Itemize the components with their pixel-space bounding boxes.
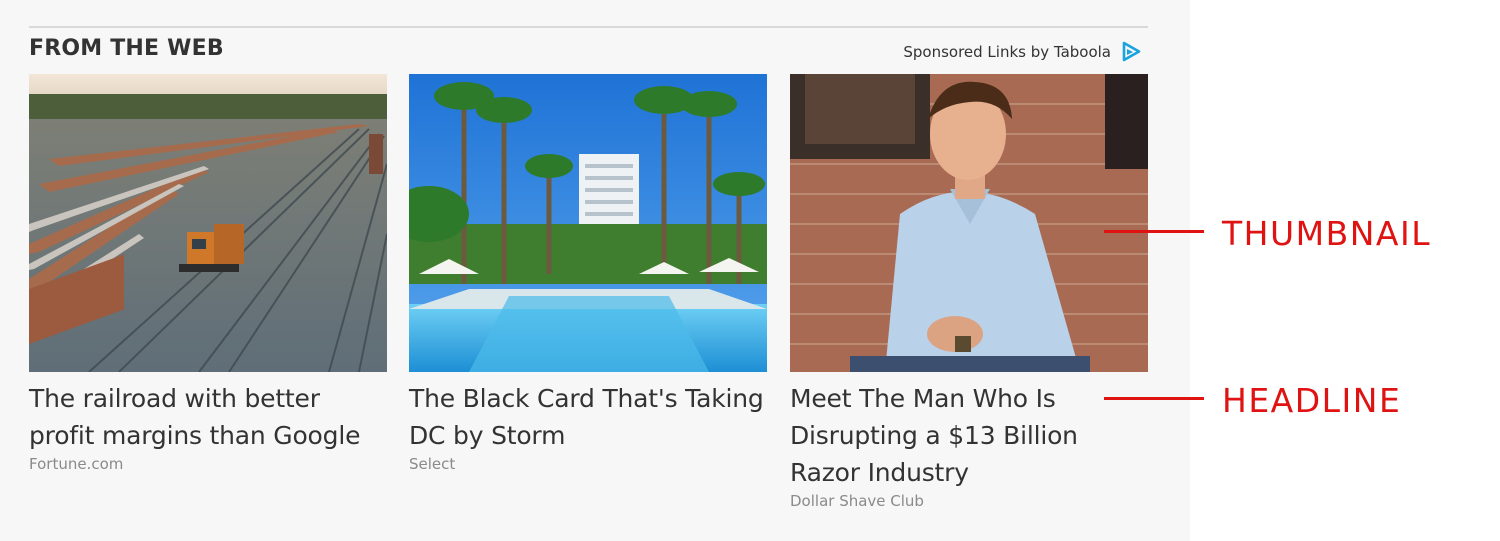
article-card-railroad[interactable]: The railroad with better profit margins … (29, 74, 387, 473)
article-card-dollar-shave-club[interactable]: Meet The Man Who Is Disrupting a $13 Bil… (790, 74, 1148, 510)
headline-pointer-line (1104, 397, 1204, 400)
sponsored-links-link[interactable]: Sponsored Links by Taboola (903, 40, 1143, 64)
article-headline[interactable]: The Black Card That's Taking DC by Storm (409, 380, 767, 454)
article-source: Dollar Shave Club (790, 492, 924, 510)
top-divider (29, 26, 1148, 28)
article-source: Select (409, 455, 456, 473)
article-headline[interactable]: Meet The Man Who Is Disrupting a $13 Bil… (790, 380, 1148, 491)
taboola-logo-icon (1122, 41, 1141, 62)
sponsored-links-label: Sponsored Links by Taboola (903, 43, 1111, 61)
thumbnail-pointer-line (1104, 230, 1204, 233)
railroad-yard-photo[interactable] (29, 74, 387, 372)
article-source: Fortune.com (29, 455, 124, 473)
thumbnail-annotation-label: THUMBNAIL (1222, 214, 1432, 253)
article-card-black-card[interactable]: The Black Card That's Taking DC by Storm… (409, 74, 767, 473)
article-headline[interactable]: The railroad with better profit margins … (29, 380, 387, 454)
headline-annotation-label: HEADLINE (1222, 381, 1402, 420)
section-title: FROM THE WEB (29, 36, 224, 61)
taboola-widget: FROM THE WEB Sponsored Links by Taboola (0, 0, 1190, 541)
resort-pool-palm-trees-photo[interactable] (409, 74, 767, 372)
man-brick-wall-photo[interactable] (790, 74, 1148, 372)
